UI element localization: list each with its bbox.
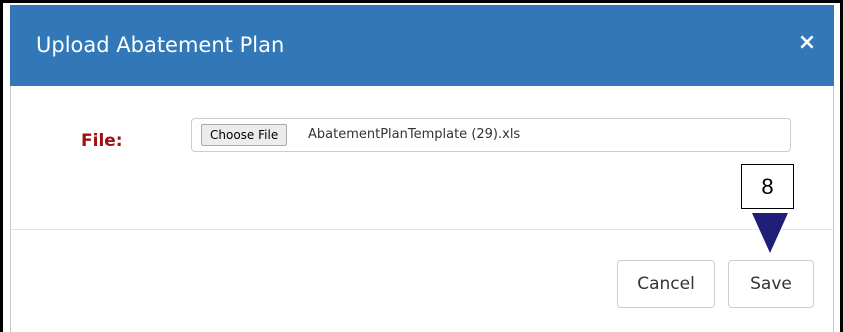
selected-file-name: AbatementPlanTemplate (29).xls [308,127,521,142]
close-icon[interactable]: × [794,28,820,58]
dialog-header: Upload Abatement Plan × [10,5,834,86]
choose-file-button[interactable]: Choose File [201,124,288,146]
footer-divider [11,229,833,230]
cancel-button[interactable]: Cancel [617,260,715,308]
dialog-body: File: Choose File AbatementPlanTemplate … [10,86,834,332]
callout-arrow-icon [752,213,788,253]
step-callout-box: 8 [741,164,794,209]
dialog-title: Upload Abatement Plan [36,33,285,57]
file-label: File: [81,131,123,151]
file-input[interactable]: Choose File AbatementPlanTemplate (29).x… [191,118,791,152]
callout-arrow-shape [752,213,788,253]
save-button[interactable]: Save [728,260,814,308]
